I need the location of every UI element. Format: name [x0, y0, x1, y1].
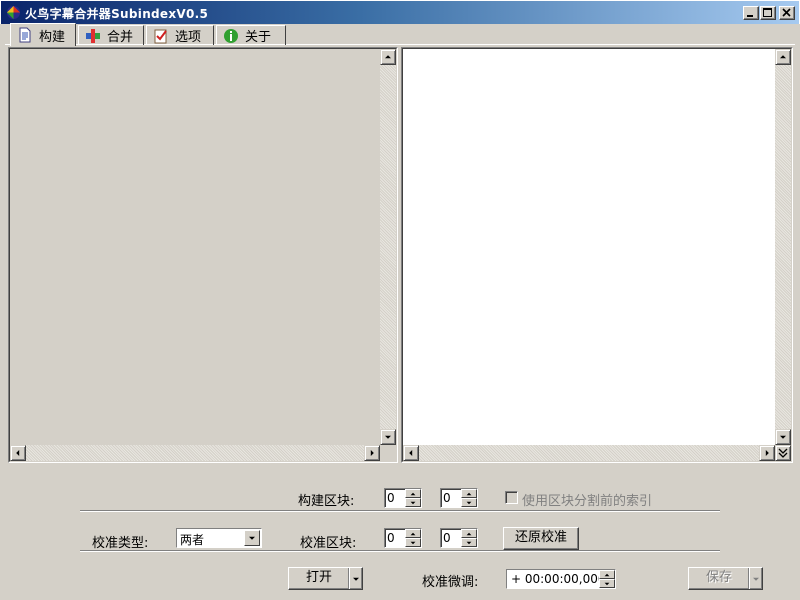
maximize-icon: [763, 8, 772, 17]
scroll-down-button[interactable]: [775, 429, 791, 445]
dropdown-button[interactable]: [244, 530, 260, 546]
arrow-down-icon: [466, 541, 472, 544]
title-bar[interactable]: 火鸟字幕合并器SubindexV0.5: [0, 0, 800, 24]
chevron-down-icon: [752, 577, 759, 581]
arrow-up-icon: [385, 55, 391, 59]
chevron-down-icon: [352, 577, 359, 581]
tab-merge[interactable]: 合并: [78, 25, 144, 45]
source-list-panel[interactable]: [8, 47, 398, 463]
double-chevron-down-icon: [778, 448, 788, 458]
arrow-down-icon: [780, 435, 786, 439]
merge-icon: [86, 28, 100, 43]
calibration-finetune-input[interactable]: + 00:00:00,000: [506, 569, 616, 589]
arrow-up-icon: [466, 532, 472, 535]
arrow-down-icon: [385, 435, 391, 439]
spin-down-button[interactable]: [599, 579, 615, 588]
checklist-icon: [154, 29, 167, 43]
build-block-end-value[interactable]: 0: [443, 491, 451, 505]
arrow-up-icon: [604, 573, 610, 576]
minimize-button[interactable]: [743, 6, 759, 20]
source-horizontal-scrollbar[interactable]: [10, 445, 380, 461]
tab-build[interactable]: 构建: [10, 23, 76, 46]
save-button[interactable]: 保存: [688, 567, 763, 590]
build-block-start-spinner[interactable]: 0: [384, 488, 422, 508]
build-block-start-value[interactable]: 0: [387, 491, 395, 505]
tab-options-label: 选项: [175, 30, 202, 45]
open-button[interactable]: 打开: [288, 567, 363, 590]
spin-up-button[interactable]: [405, 489, 421, 498]
output-horizontal-scrollbar[interactable]: [403, 445, 775, 461]
save-menu-arrow[interactable]: [748, 568, 762, 589]
scroll-up-button[interactable]: [380, 49, 396, 65]
scroll-down-button[interactable]: [380, 429, 396, 445]
spin-up-button[interactable]: [461, 529, 477, 538]
spin-down-button[interactable]: [405, 498, 421, 507]
close-icon: [782, 8, 791, 17]
spin-up-button[interactable]: [405, 529, 421, 538]
arrow-left-icon: [16, 450, 20, 456]
calibration-finetune-label: 校准微调:: [422, 575, 479, 590]
scroll-right-button[interactable]: [364, 445, 380, 461]
use-split-index-checkbox[interactable]: [505, 491, 518, 504]
arrow-right-icon: [765, 450, 769, 456]
arrow-up-icon: [466, 492, 472, 495]
arrow-down-icon: [410, 501, 416, 504]
calibration-block-start-value[interactable]: 0: [387, 531, 395, 545]
arrow-left-icon: [409, 450, 413, 456]
spin-up-button[interactable]: [599, 570, 615, 579]
app-icon: [6, 5, 21, 20]
spin-down-button[interactable]: [405, 538, 421, 547]
document-icon: [19, 27, 31, 43]
separator: [80, 510, 720, 512]
scroll-left-button[interactable]: [10, 445, 26, 461]
scroll-corner: [380, 445, 396, 461]
tab-options[interactable]: 选项: [146, 25, 214, 45]
open-button-label: 打开: [305, 570, 332, 585]
tab-about-label: 关于: [245, 30, 272, 45]
separator: [80, 550, 720, 552]
arrow-down-icon: [410, 541, 416, 544]
use-split-index-label: 使用区块分割前的索引: [522, 494, 653, 509]
spin-down-button[interactable]: [461, 498, 477, 507]
tab-build-label: 构建: [39, 29, 66, 45]
calibration-block-end-spinner[interactable]: 0: [440, 528, 478, 548]
spin-down-button[interactable]: [461, 538, 477, 547]
source-vertical-scrollbar[interactable]: [380, 49, 396, 445]
arrow-down-icon: [466, 501, 472, 504]
expand-button[interactable]: [775, 445, 791, 461]
open-menu-arrow[interactable]: [348, 568, 362, 589]
save-button-label: 保存: [705, 570, 732, 585]
calibration-type-label: 校准类型:: [92, 536, 149, 551]
info-icon: [224, 28, 238, 43]
close-button[interactable]: [779, 6, 795, 20]
build-block-end-spinner[interactable]: 0: [440, 488, 478, 508]
maximize-button[interactable]: [760, 6, 776, 20]
calibration-block-label: 校准区块:: [300, 536, 357, 551]
arrow-right-icon: [370, 450, 374, 456]
window-title: 火鸟字幕合并器SubindexV0.5: [25, 7, 209, 21]
minimize-icon: [747, 15, 753, 17]
output-text-panel[interactable]: [401, 47, 793, 463]
spin-up-button[interactable]: [461, 489, 477, 498]
calibration-finetune-value[interactable]: + 00:00:00,000: [511, 572, 605, 586]
calibration-block-start-spinner[interactable]: 0: [384, 528, 422, 548]
scroll-left-button[interactable]: [403, 445, 419, 461]
tab-about[interactable]: 关于: [216, 25, 286, 45]
arrow-down-icon: [604, 582, 610, 585]
arrow-up-icon: [410, 532, 416, 535]
arrow-up-icon: [780, 55, 786, 59]
output-vertical-scrollbar[interactable]: [775, 49, 791, 445]
scroll-right-button[interactable]: [759, 445, 775, 461]
calibration-block-end-value[interactable]: 0: [443, 531, 451, 545]
arrow-up-icon: [410, 492, 416, 495]
restore-calibration-button[interactable]: 还原校准: [503, 527, 579, 550]
tab-merge-label: 合并: [107, 30, 134, 45]
chevron-down-icon: [249, 536, 255, 540]
scroll-up-button[interactable]: [775, 49, 791, 65]
calibration-type-value: 两者: [180, 533, 205, 547]
calibration-type-select[interactable]: 两者: [176, 528, 262, 548]
build-block-label: 构建区块:: [298, 494, 355, 509]
